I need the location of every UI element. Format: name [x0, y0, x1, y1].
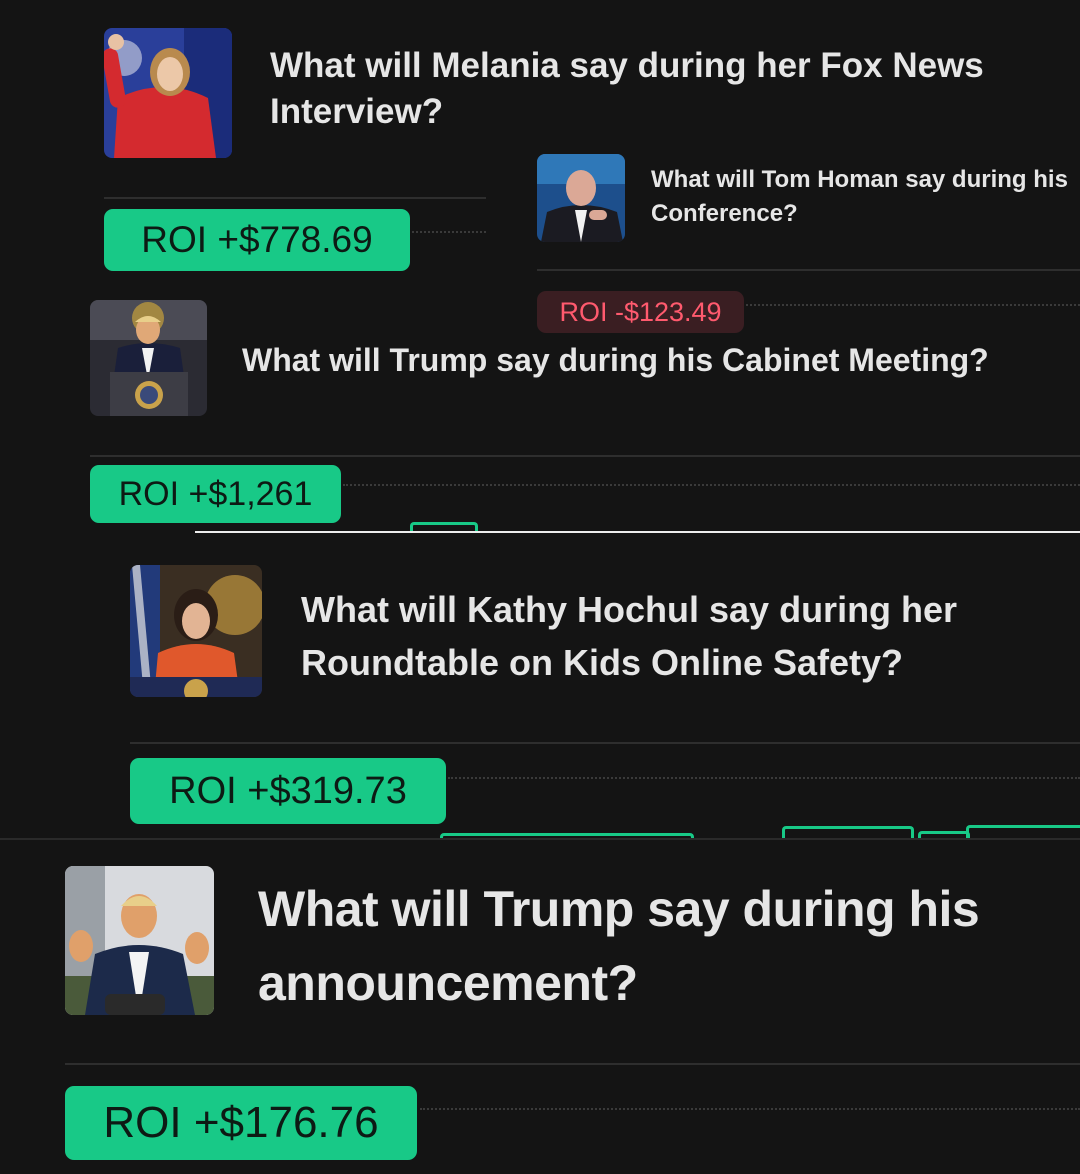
- market-title-melania[interactable]: What will Melania say during her Fox New…: [270, 43, 1050, 135]
- card-divider: [130, 742, 1080, 744]
- dotted-baseline: [746, 304, 1080, 306]
- dotted-baseline: [420, 1108, 1080, 1110]
- card-divider: [90, 455, 1080, 457]
- screenshot-panel-3: What will Trump say during his announcem…: [0, 840, 1080, 1174]
- screenshot-panel-1: What will Melania say during her Fox New…: [0, 0, 1080, 533]
- market-thumbnail-trump-announcement[interactable]: [65, 866, 214, 1015]
- roi-badge-melania: ROI +$778.69: [104, 209, 410, 271]
- market-title-homan[interactable]: What will Tom Homan say during his Confe…: [651, 163, 1080, 231]
- market-thumbnail-hochul[interactable]: [130, 565, 262, 697]
- card-divider: [65, 1063, 1080, 1065]
- screenshot-panel-2: What will Kathy Hochul say during her Ro…: [0, 537, 1080, 839]
- melania-photo-icon: [104, 28, 232, 158]
- market-title-hochul[interactable]: What will Kathy Hochul say during her Ro…: [301, 584, 1021, 689]
- roi-badge-homan: ROI -$123.49: [537, 291, 744, 333]
- chart-line-peek: [966, 825, 1080, 839]
- card-divider: [537, 269, 1080, 271]
- trump-podium-photo-icon: [90, 300, 207, 416]
- market-title-trump-announcement[interactable]: What will Trump say during his announcem…: [258, 872, 1038, 1020]
- roi-badge-trump-announcement: ROI +$176.76: [65, 1086, 417, 1160]
- trump-outdoor-photo-icon: [65, 866, 214, 1015]
- panel-seam: [195, 531, 1080, 533]
- dotted-baseline: [343, 484, 1080, 486]
- market-thumbnail-homan[interactable]: [537, 154, 625, 242]
- dotted-baseline: [412, 231, 486, 233]
- hochul-photo-icon: [130, 565, 262, 697]
- homan-photo-icon: [537, 154, 625, 242]
- market-thumbnail-trump-cabinet[interactable]: [90, 300, 207, 416]
- dotted-baseline: [448, 777, 1080, 779]
- market-title-trump-cabinet[interactable]: What will Trump say during his Cabinet M…: [242, 339, 1072, 381]
- market-thumbnail-melania[interactable]: [104, 28, 232, 158]
- roi-badge-trump-cabinet: ROI +$1,261: [90, 465, 341, 523]
- roi-badge-hochul: ROI +$319.73: [130, 758, 446, 824]
- card-divider: [104, 197, 486, 199]
